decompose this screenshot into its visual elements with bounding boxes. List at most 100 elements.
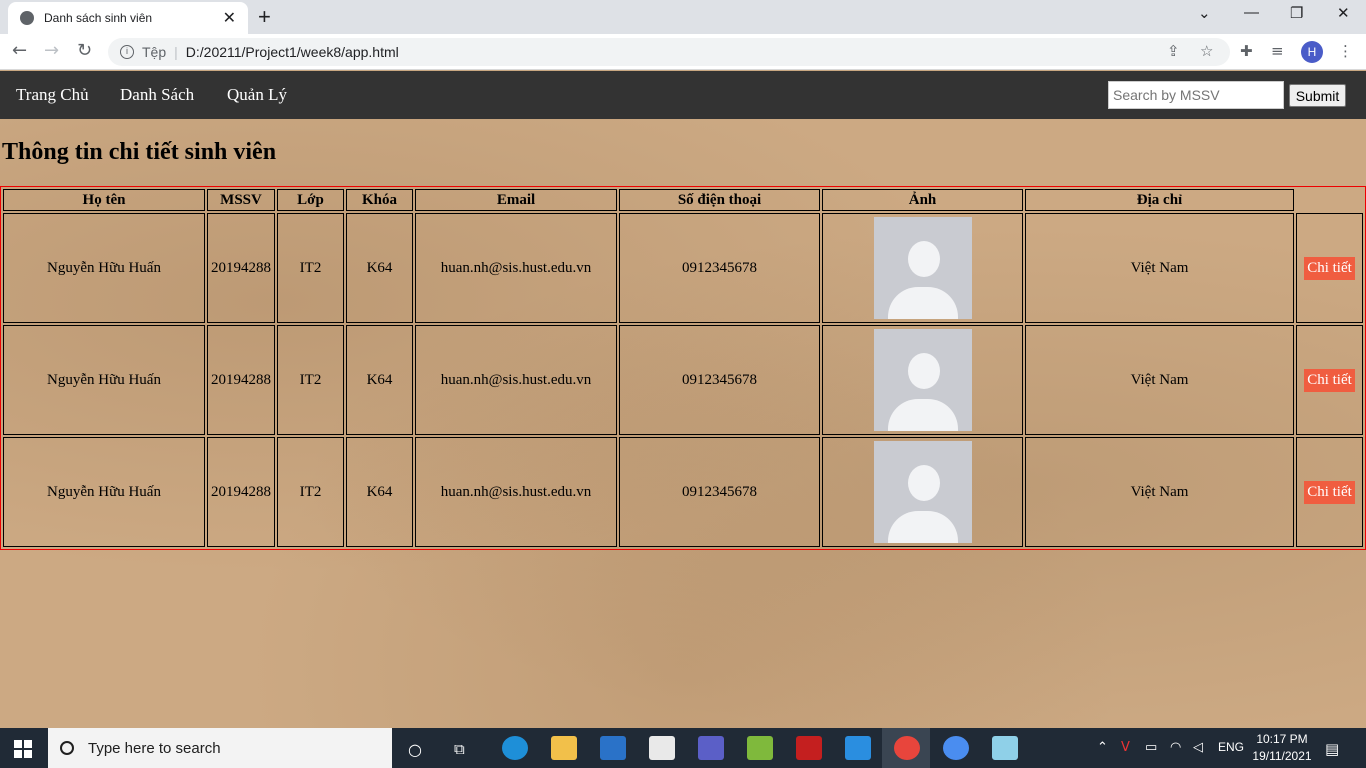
battery-icon[interactable]: ▭	[1145, 740, 1157, 755]
clock-time: 10:17 PM	[1256, 732, 1308, 746]
cell-phone: 0912345678	[619, 437, 820, 547]
detail-button[interactable]: Chi tiết	[1304, 256, 1355, 280]
back-icon[interactable]: ←	[12, 40, 27, 61]
cell-address: Việt Nam	[1025, 437, 1294, 547]
show-hidden-icons[interactable]: ⌃	[1097, 740, 1108, 755]
language-indicator[interactable]: ENG	[1218, 740, 1244, 754]
header-photo: Ảnh	[822, 189, 1023, 211]
reading-list-icon[interactable]: ≡	[1271, 42, 1284, 60]
windows-start-icon[interactable]	[14, 740, 32, 758]
clock[interactable]: 10:17 PM 19/11/2021	[1252, 731, 1312, 765]
cell-mssv: 20194288	[207, 213, 275, 323]
windows-taskbar: Type here to search ○ ⧉ ⌃ V ▭ ◠ ◁ ENG 10…	[0, 728, 1366, 768]
nav-home[interactable]: Trang Chủ	[16, 85, 89, 105]
clock-date: 19/11/2021	[1252, 749, 1312, 763]
cell-mssv: 20194288	[207, 437, 275, 547]
info-icon[interactable]: i	[120, 45, 134, 59]
cell-email: huan.nh@sis.hust.edu.vn	[415, 213, 617, 323]
cell-name: Nguyễn Hữu Huấn	[3, 213, 205, 323]
avatar-placeholder-icon	[873, 329, 972, 431]
taskbar-search[interactable]: Type here to search	[48, 728, 392, 768]
share-icon[interactable]: ⇪	[1167, 42, 1180, 60]
new-tab-button[interactable]: +	[258, 4, 271, 30]
cell-email: huan.nh@sis.hust.edu.vn	[415, 325, 617, 435]
cell-action: Chi tiết	[1296, 213, 1363, 323]
cell-email: huan.nh@sis.hust.edu.vn	[415, 437, 617, 547]
nav-list[interactable]: Danh Sách	[120, 85, 194, 105]
table-header-row: Họ tên MSSV Lớp Khóa Email Số điện thoại…	[3, 189, 1363, 211]
header-mssv: MSSV	[207, 189, 275, 211]
header-address: Địa chỉ	[1025, 189, 1294, 211]
cell-address: Việt Nam	[1025, 325, 1294, 435]
cell-action: Chi tiết	[1296, 437, 1363, 547]
cell-name: Nguyễn Hữu Huấn	[3, 325, 205, 435]
cell-class: IT2	[277, 213, 344, 323]
globe-icon	[20, 11, 34, 25]
cell-address: Việt Nam	[1025, 213, 1294, 323]
table-row: Nguyễn Hữu Huấn 20194288 IT2 K64 huan.nh…	[3, 213, 1363, 323]
profile-avatar[interactable]: H	[1301, 41, 1323, 63]
forward-icon[interactable]: →	[44, 40, 59, 61]
cell-course: K64	[346, 325, 413, 435]
table-row: Nguyễn Hữu Huấn 20194288 IT2 K64 huan.nh…	[3, 325, 1363, 435]
submit-button[interactable]: Submit	[1289, 84, 1346, 107]
table-row: Nguyễn Hữu Huấn 20194288 IT2 K64 huan.nh…	[3, 437, 1363, 547]
avatar-placeholder-icon	[873, 441, 972, 543]
taskbar-search-placeholder: Type here to search	[88, 739, 221, 757]
browser-tab-strip: Danh sách sinh viên ✕ + ⌄ — ❐ ✕	[0, 0, 1366, 34]
cell-phone: 0912345678	[619, 325, 820, 435]
reload-icon[interactable]: ↻	[77, 40, 92, 61]
bookmark-star-icon[interactable]: ☆	[1200, 42, 1213, 60]
store-icon[interactable]	[649, 736, 675, 760]
detail-button[interactable]: Chi tiết	[1304, 480, 1355, 504]
app-icon[interactable]	[992, 736, 1018, 760]
url-scheme-label: Tệp	[142, 44, 167, 60]
task-view-icon[interactable]: ⧉	[454, 740, 465, 758]
cell-class: IT2	[277, 437, 344, 547]
tab-search-icon[interactable]: ⌄	[1198, 4, 1211, 22]
browser-tab[interactable]: Danh sách sinh viên ✕	[8, 2, 248, 34]
cortana-icon[interactable]: ○	[408, 740, 422, 759]
header-class: Lớp	[277, 189, 344, 211]
detail-button[interactable]: Chi tiết	[1304, 368, 1355, 392]
window-close-icon[interactable]: ✕	[1337, 4, 1350, 22]
cell-action: Chi tiết	[1296, 325, 1363, 435]
teams-icon[interactable]	[698, 736, 724, 760]
cell-mssv: 20194288	[207, 325, 275, 435]
cell-phone: 0912345678	[619, 213, 820, 323]
header-action	[1296, 189, 1363, 211]
tab-close-icon[interactable]: ✕	[223, 8, 236, 28]
cell-course: K64	[346, 213, 413, 323]
chrome-icon[interactable]	[894, 736, 920, 760]
address-bar[interactable]: i Tệp | D:/20211/Project1/week8/app.html	[108, 38, 1230, 66]
vietkey-icon[interactable]: V	[1121, 740, 1130, 755]
avatar-placeholder-icon	[873, 217, 972, 319]
mail-icon[interactable]	[600, 736, 626, 760]
garena-icon[interactable]	[796, 736, 822, 760]
header-email: Email	[415, 189, 617, 211]
minimize-icon[interactable]: —	[1244, 4, 1259, 21]
chrome-canary-icon[interactable]	[943, 736, 969, 760]
extensions-icon[interactable]: ✚	[1240, 42, 1253, 60]
cell-course: K64	[346, 437, 413, 547]
browser-toolbar: ← → ↻ i Tệp | D:/20211/Project1/week8/ap…	[0, 34, 1366, 70]
tab-title: Danh sách sinh viên	[44, 11, 153, 25]
header-phone: Số điện thoại	[619, 189, 820, 211]
snipping-tool-icon[interactable]	[747, 736, 773, 760]
page-content: Thông tin chi tiết sinh viên Họ tên MSSV…	[0, 119, 1366, 728]
wifi-icon[interactable]: ◠	[1170, 740, 1181, 755]
search-input[interactable]	[1108, 81, 1284, 109]
nav-manage[interactable]: Quản Lý	[227, 85, 287, 105]
menu-icon[interactable]: ⋮	[1338, 42, 1353, 60]
volume-icon[interactable]: ◁	[1193, 740, 1203, 755]
notifications-icon[interactable]: ▤	[1325, 740, 1339, 758]
header-course: Khóa	[346, 189, 413, 211]
cell-class: IT2	[277, 325, 344, 435]
url-separator: |	[174, 44, 178, 60]
url-text[interactable]: D:/20211/Project1/week8/app.html	[186, 44, 399, 60]
edge-icon[interactable]	[502, 736, 528, 760]
file-explorer-icon[interactable]	[551, 736, 577, 760]
header-name: Họ tên	[3, 189, 205, 211]
vscode-icon[interactable]	[845, 736, 871, 760]
restore-icon[interactable]: ❐	[1290, 4, 1303, 22]
